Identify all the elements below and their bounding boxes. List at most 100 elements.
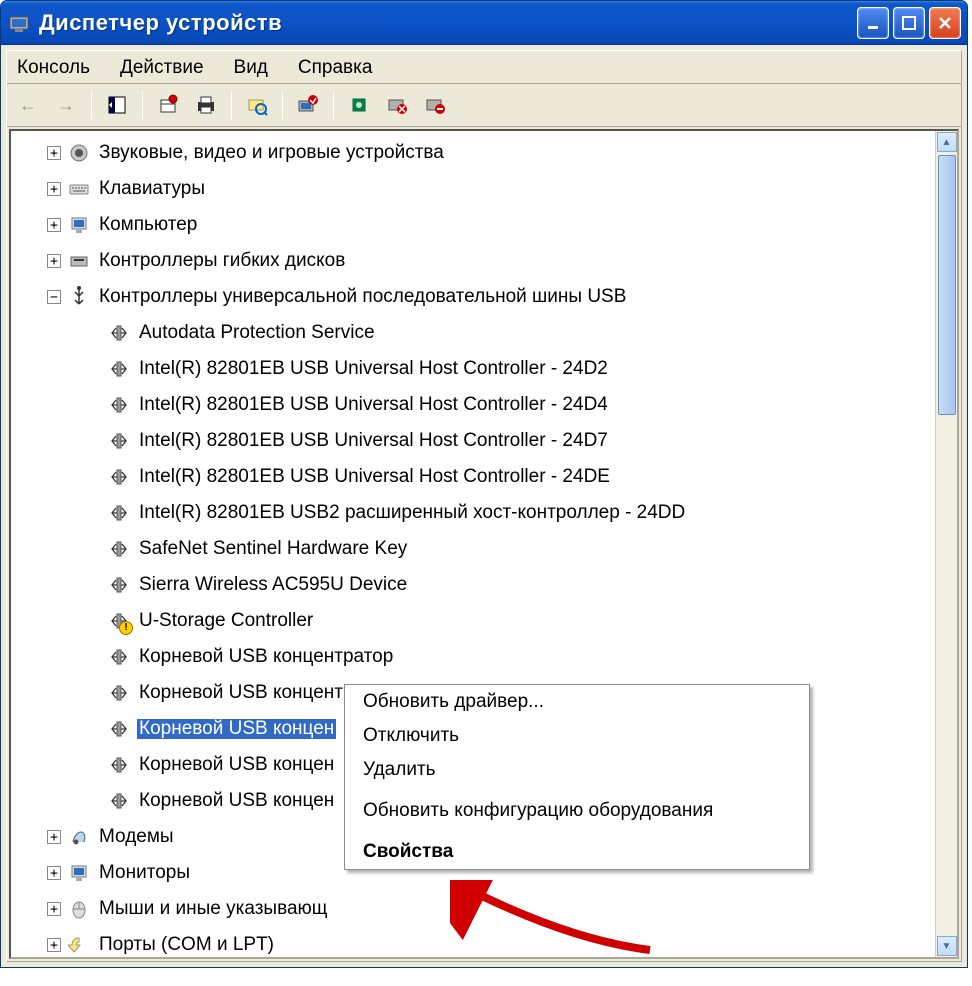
tree-item-label: Звуковые, видео и игровые устройства [97,143,446,163]
tree-item-label: Корневой USB концен [137,755,336,775]
tree-item[interactable]: − Контроллеры универсальной последователь… [11,279,935,315]
tree-item-label: Intel(R) 82801EB USB2 расширенный хост-к… [137,503,687,523]
usb-device-icon [107,681,131,705]
tree-item-label: Модемы [97,827,176,847]
port-icon [67,933,91,957]
tree-item[interactable]: Корневой USB концентратор [11,639,935,675]
expand-icon[interactable]: + [47,146,61,160]
app-icon [7,11,31,35]
tree-item[interactable]: + Клавиатуры [11,171,935,207]
keyboard-icon [67,177,91,201]
enable-button[interactable] [420,90,450,120]
computer-icon [67,213,91,237]
usb-device-icon [107,393,131,417]
expand-icon[interactable]: + [47,218,61,232]
usb-device-icon [107,717,131,741]
tree-item[interactable]: + Мыши и иные указывающ [11,891,935,927]
forward-button[interactable]: → [51,90,81,120]
toolbar-separator [91,91,92,119]
tree-item-label: Контроллеры универсальной последовательн… [97,287,628,307]
collapse-icon[interactable]: − [47,290,61,304]
sound-icon [67,141,91,165]
window-title: Диспетчер устройств [39,10,857,36]
usb-device-icon [107,357,131,381]
vertical-scrollbar[interactable]: ▲ ▼ [935,131,957,957]
toolbar-separator [333,91,334,119]
tree-item[interactable]: + Звуковые, видео и игровые устройства [11,135,935,171]
maximize-button[interactable] [893,7,925,39]
tree-item-label: Autodata Protection Service [137,323,377,343]
back-button[interactable]: ← [13,90,43,120]
disable-button[interactable] [382,90,412,120]
expand-icon[interactable]: + [47,866,61,880]
tree-item[interactable]: Autodata Protection Service [11,315,935,351]
scan-hardware-button[interactable] [242,90,272,120]
update-driver-button[interactable] [293,90,323,120]
usb-device-icon [107,537,131,561]
tree-item-label: Компьютер [97,215,199,235]
usb-device-icon [107,609,131,633]
tree-item[interactable]: SafeNet Sentinel Hardware Key [11,531,935,567]
modem-icon [67,825,91,849]
uninstall-button[interactable] [344,90,374,120]
scroll-down-button[interactable]: ▼ [937,936,957,956]
menu-help[interactable]: Справка [294,55,377,81]
toolbar-separator [231,91,232,119]
tree-item-label: Контроллеры гибких дисков [97,251,347,271]
context-menu-item[interactable]: Обновить конфигурацию оборудования [345,794,809,828]
menubar: Консоль Действие Вид Справка [7,51,961,83]
context-menu-item[interactable]: Обновить драйвер... [345,685,809,719]
tree-item[interactable]: Intel(R) 82801EB USB Universal Host Cont… [11,387,935,423]
tree-item-label: Клавиатуры [97,179,207,199]
tree-item[interactable]: Intel(R) 82801EB USB Universal Host Cont… [11,423,935,459]
tree-item-label: Порты (COM и LPT) [97,935,276,955]
tree-item[interactable]: + Компьютер [11,207,935,243]
show-hide-tree-button[interactable] [102,90,132,120]
tree-item-label: Sierra Wireless AC595U Device [137,575,409,595]
tree-item[interactable]: Intel(R) 82801EB USB2 расширенный хост-к… [11,495,935,531]
tree-item-label: Мыши и иные указывающ [97,899,329,919]
print-button[interactable] [191,90,221,120]
expand-icon[interactable]: + [47,182,61,196]
tree-item[interactable]: Intel(R) 82801EB USB Universal Host Cont… [11,459,935,495]
context-menu-item[interactable]: Удалить [345,753,809,787]
usb-device-icon [107,465,131,489]
tree-item[interactable]: + Порты (COM и LPT) [11,927,935,957]
context-menu-item[interactable]: Отключить [345,719,809,753]
close-button[interactable] [929,7,961,39]
menu-view[interactable]: Вид [230,55,272,81]
context-menu-item[interactable]: Свойства [345,835,809,869]
context-menu: Обновить драйвер...ОтключитьУдалить Обнов… [344,684,810,870]
menu-action[interactable]: Действие [116,55,208,81]
mouse-icon [67,897,91,921]
expand-icon[interactable]: + [47,830,61,844]
tree-item[interactable]: Intel(R) 82801EB USB Universal Host Cont… [11,351,935,387]
context-menu-separator [347,790,807,791]
monitor-icon [67,861,91,885]
tree-item-label: U-Storage Controller [137,611,315,631]
toolbar-separator [142,91,143,119]
titlebar[interactable]: Диспетчер устройств [1,1,967,45]
usb-device-icon [107,321,131,345]
tree-item-label: Корневой USB концентратор [137,647,395,667]
tree-item-label: Мониторы [97,863,192,883]
tree-item-label: Intel(R) 82801EB USB Universal Host Cont… [137,467,612,487]
toolbar: ← → [7,83,961,127]
expand-icon[interactable]: + [47,938,61,952]
tree-item-label: Intel(R) 82801EB USB Universal Host Cont… [137,431,610,451]
scroll-up-button[interactable]: ▲ [937,132,957,152]
floppy-icon [67,249,91,273]
usb-device-icon [107,501,131,525]
expand-icon[interactable]: + [47,254,61,268]
tree-item[interactable]: U-Storage Controller [11,603,935,639]
minimize-button[interactable] [857,7,889,39]
scroll-thumb[interactable] [938,155,956,415]
tree-item[interactable]: Sierra Wireless AC595U Device [11,567,935,603]
context-menu-separator [347,831,807,832]
properties-button[interactable] [153,90,183,120]
toolbar-separator [282,91,283,119]
tree-item[interactable]: + Контроллеры гибких дисков [11,243,935,279]
expand-icon[interactable]: + [47,902,61,916]
menu-console[interactable]: Консоль [13,55,94,81]
usb-device-icon [107,789,131,813]
